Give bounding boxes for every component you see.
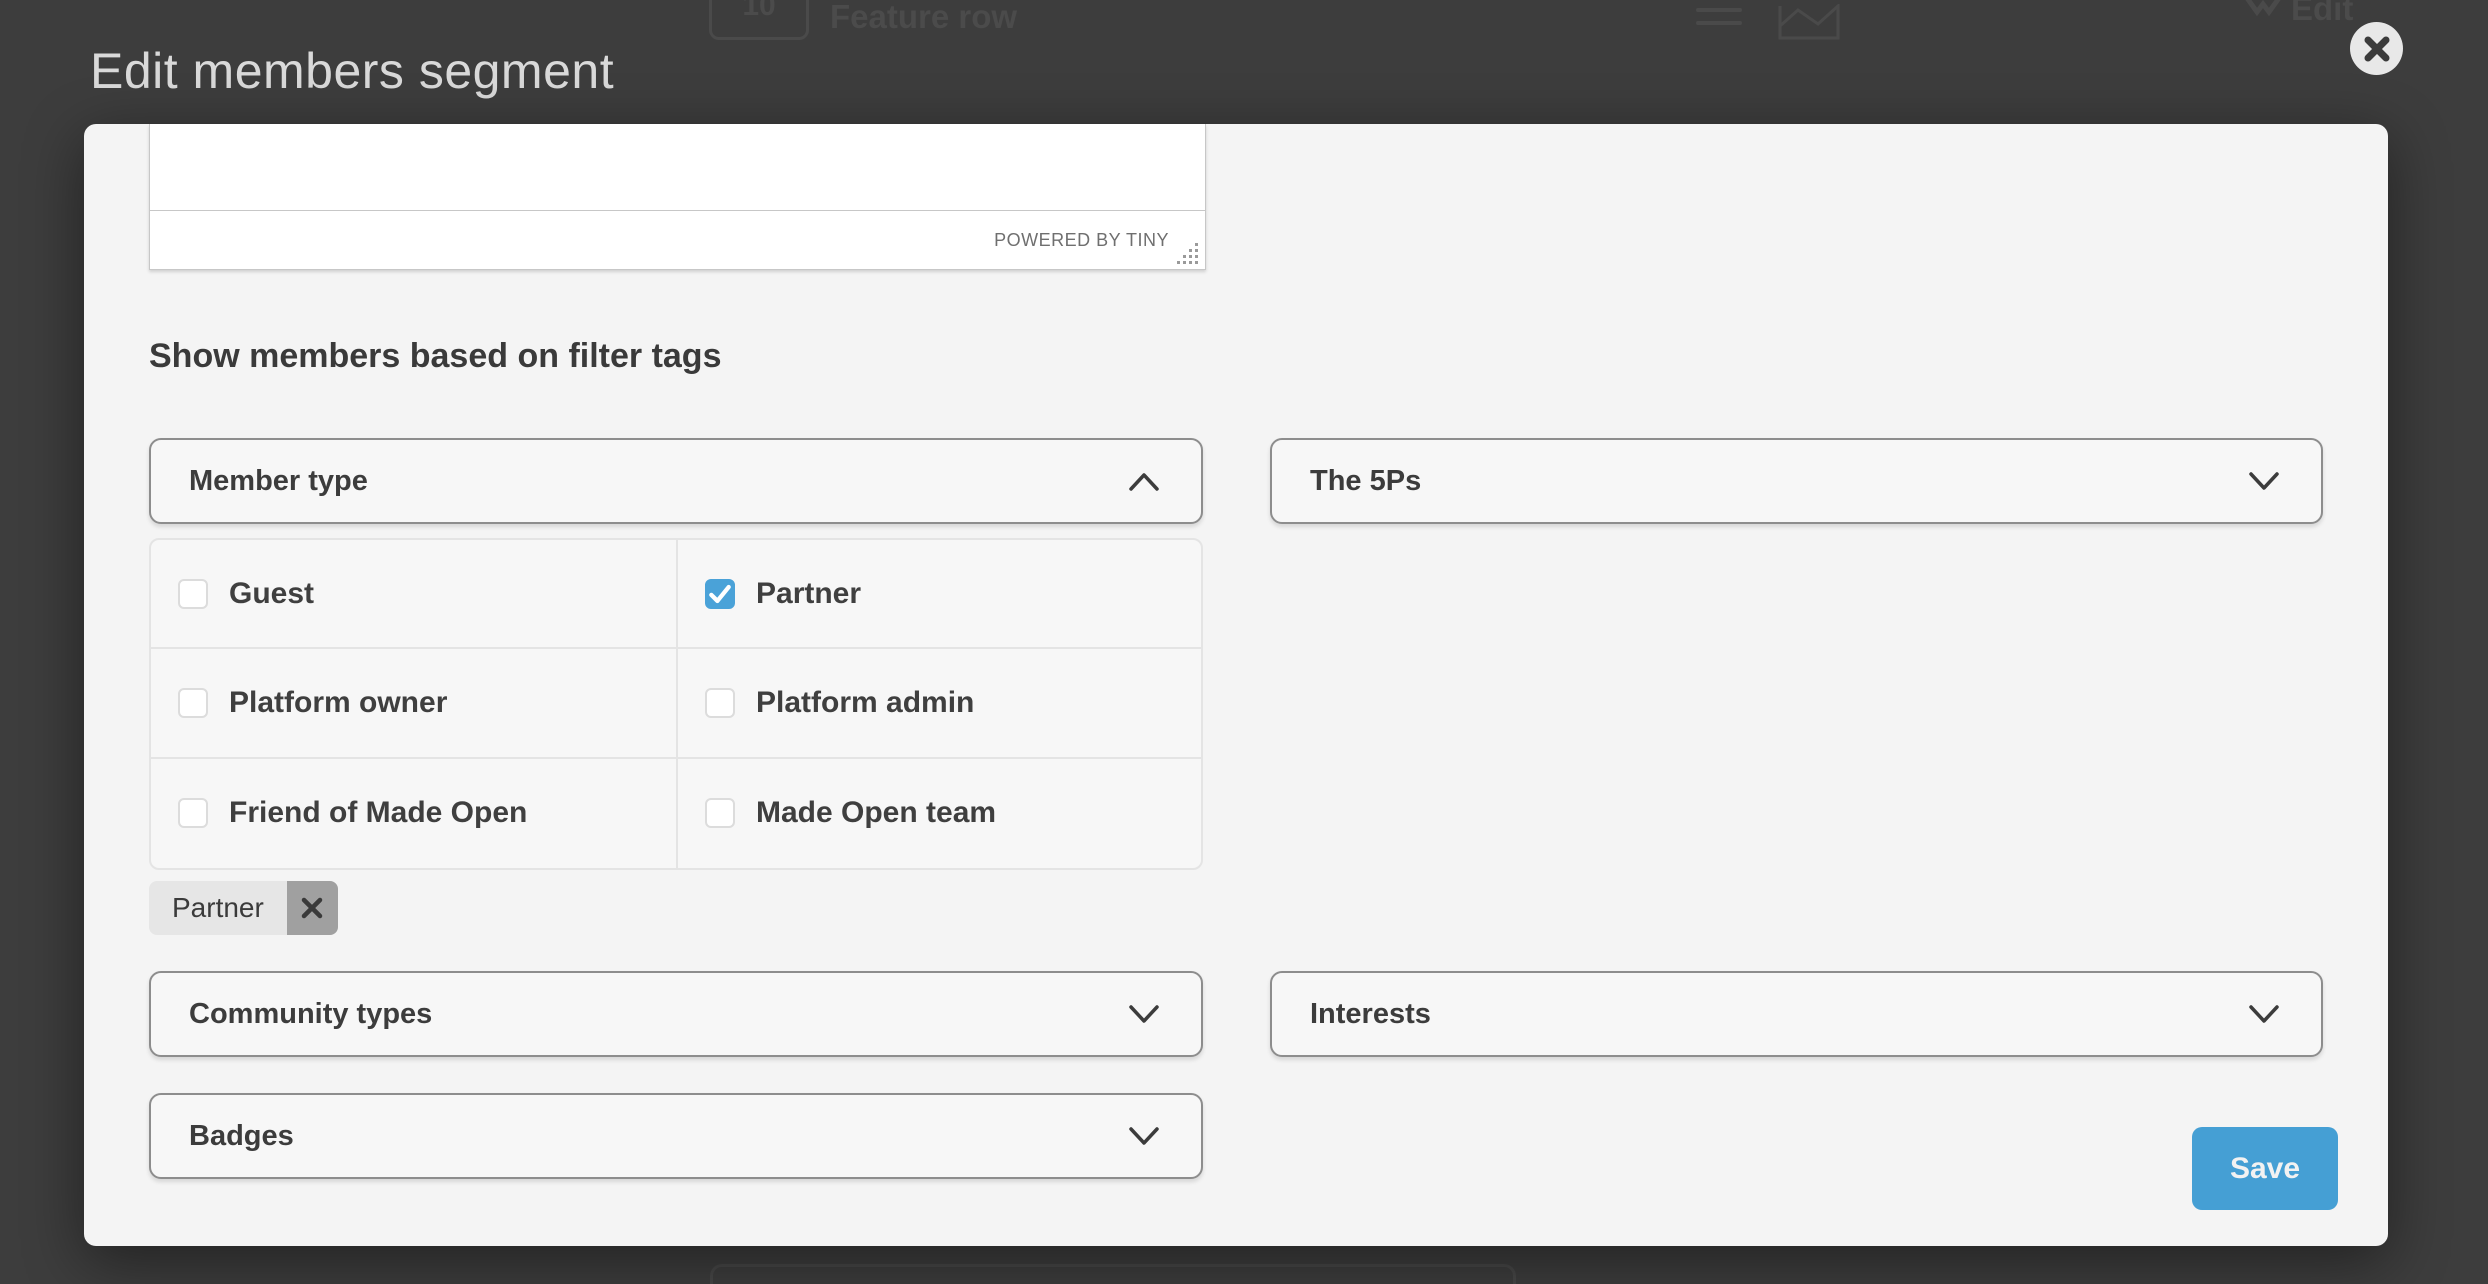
member-type-option-platform-owner[interactable]: Platform owner: [151, 649, 676, 758]
filter-dropdown-community-types[interactable]: Community types: [149, 971, 1203, 1057]
member-type-options-grid: Guest Partner Platform owner Platform ad…: [149, 538, 1203, 870]
member-type-option-partner[interactable]: Partner: [676, 540, 1201, 649]
member-type-option-friend-of-made-open[interactable]: Friend of Made Open: [151, 759, 676, 868]
checkbox[interactable]: [705, 688, 735, 718]
checkbox[interactable]: [705, 579, 735, 609]
powered-by-tiny-label: POWERED BY TINY: [994, 230, 1169, 251]
chevron-down-icon: [2247, 1003, 2281, 1025]
bg-menu-icon: [1696, 8, 1742, 25]
member-type-option-made-open-team[interactable]: Made Open team: [676, 759, 1201, 868]
member-type-option-guest[interactable]: Guest: [151, 540, 676, 649]
filter-dropdown-badges[interactable]: Badges: [149, 1093, 1203, 1179]
bg-edit-control: Edit: [2245, 0, 2353, 28]
close-icon: [2364, 36, 2390, 62]
chevron-up-icon: [1127, 470, 1161, 492]
rich-text-editor[interactable]: POWERED BY TINY: [149, 124, 1206, 270]
bg-feature-row-label: Feature row: [830, 0, 1017, 36]
bg-chart-icon: [1778, 4, 1840, 40]
filter-tags-heading: Show members based on filter tags: [149, 334, 721, 378]
editor-resize-handle[interactable]: [1177, 241, 1201, 265]
chevron-down-icon: [1127, 1125, 1161, 1147]
chevron-down-icon: [2247, 470, 2281, 492]
checkbox[interactable]: [178, 688, 208, 718]
remove-x-icon: [301, 897, 323, 919]
checkbox[interactable]: [705, 798, 735, 828]
checkbox[interactable]: [178, 579, 208, 609]
dialog-title: Edit members segment: [90, 42, 614, 100]
screen: 10 Feature row Edit Edit members segment…: [0, 0, 2488, 1284]
filter-dropdown-member-type[interactable]: Member type: [149, 438, 1203, 524]
check-icon: [707, 581, 733, 607]
bg-edit-label: Edit: [2291, 0, 2353, 28]
bg-feature-row-thumbnail: 10: [709, 0, 809, 40]
bg-edit-icon: [2245, 0, 2281, 22]
bg-content-block: [710, 1264, 1516, 1284]
bg-feature-row-count: 10: [742, 0, 775, 23]
checkbox[interactable]: [178, 798, 208, 828]
tag-remove-button[interactable]: [287, 881, 338, 935]
chevron-down-icon: [1127, 1003, 1161, 1025]
save-button[interactable]: Save: [2192, 1127, 2338, 1210]
close-button[interactable]: [2350, 22, 2403, 75]
filter-dropdown-interests[interactable]: Interests: [1270, 971, 2323, 1057]
edit-members-segment-modal: POWERED BY TINY Show members based on fi…: [84, 124, 2388, 1246]
editor-status-bar: POWERED BY TINY: [150, 210, 1205, 269]
member-type-option-platform-admin[interactable]: Platform admin: [676, 649, 1201, 758]
selected-tag-partner: Partner: [149, 881, 338, 935]
tag-label: Partner: [149, 881, 287, 935]
filter-dropdown-the-5ps[interactable]: The 5Ps: [1270, 438, 2323, 524]
